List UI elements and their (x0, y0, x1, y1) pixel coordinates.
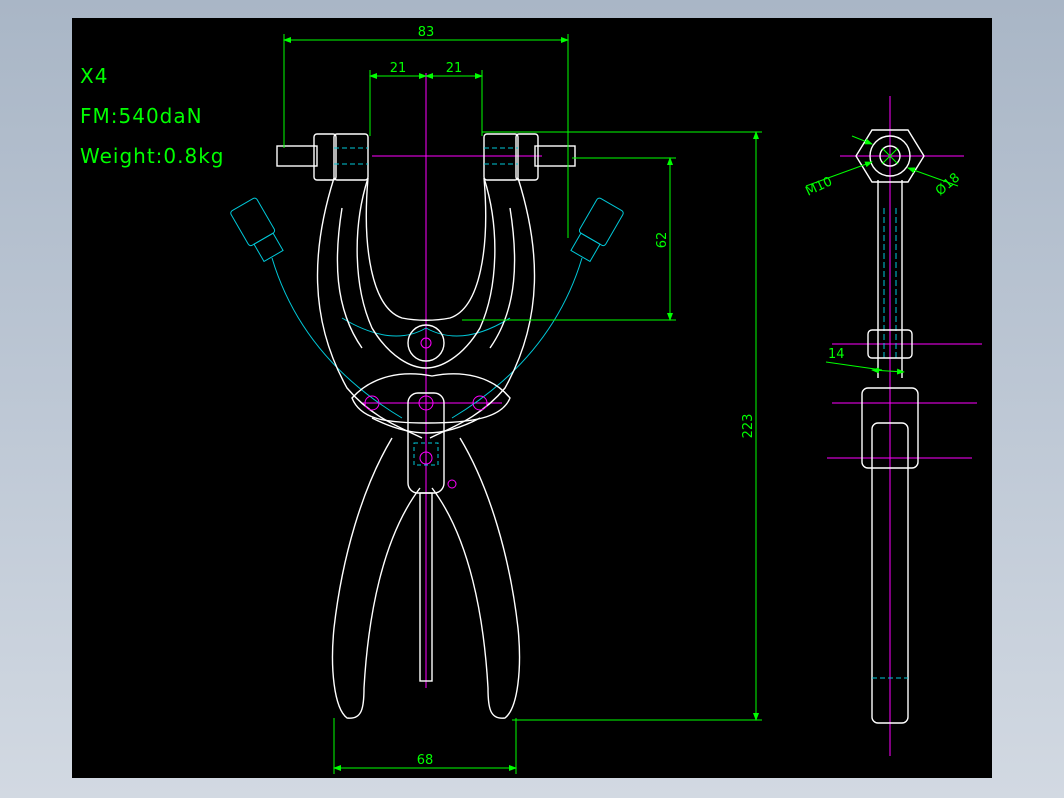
front-and-side-view: 83 21 21 62 223 68 M10 Ø18 14 (230, 25, 982, 774)
right-handle (431, 437, 521, 719)
dim-thread: M10 (803, 174, 835, 199)
right-spindle-alt (570, 197, 624, 263)
dim-hex-diameter: Ø18 (933, 170, 963, 199)
dim-handle-spread: 68 (417, 753, 434, 768)
dim-overall-height: 223 (741, 414, 756, 439)
left-spindle-alt (230, 197, 284, 263)
front-view (230, 73, 624, 719)
dim-body-thickness: 14 (828, 347, 845, 362)
cad-drawing-area: X4 FM:540daN Weight:0.8kg 83 21 21 62 22… (72, 18, 992, 778)
dim-half-left: 21 (390, 61, 407, 76)
left-handle (331, 437, 421, 719)
right-spindle (483, 133, 576, 181)
left-jaw-arm (316, 177, 423, 439)
dim-overall-width: 83 (418, 25, 435, 40)
right-swing-arc (451, 257, 583, 419)
left-spindle (276, 133, 369, 181)
dim-half-right: 21 (446, 61, 463, 76)
side-view: M10 Ø18 14 (803, 96, 982, 756)
right-jaw-arm (429, 177, 536, 439)
dimensions: 83 21 21 62 223 68 (283, 25, 762, 774)
dim-jaw-depth: 62 (655, 232, 670, 249)
left-swing-arc (271, 257, 403, 419)
